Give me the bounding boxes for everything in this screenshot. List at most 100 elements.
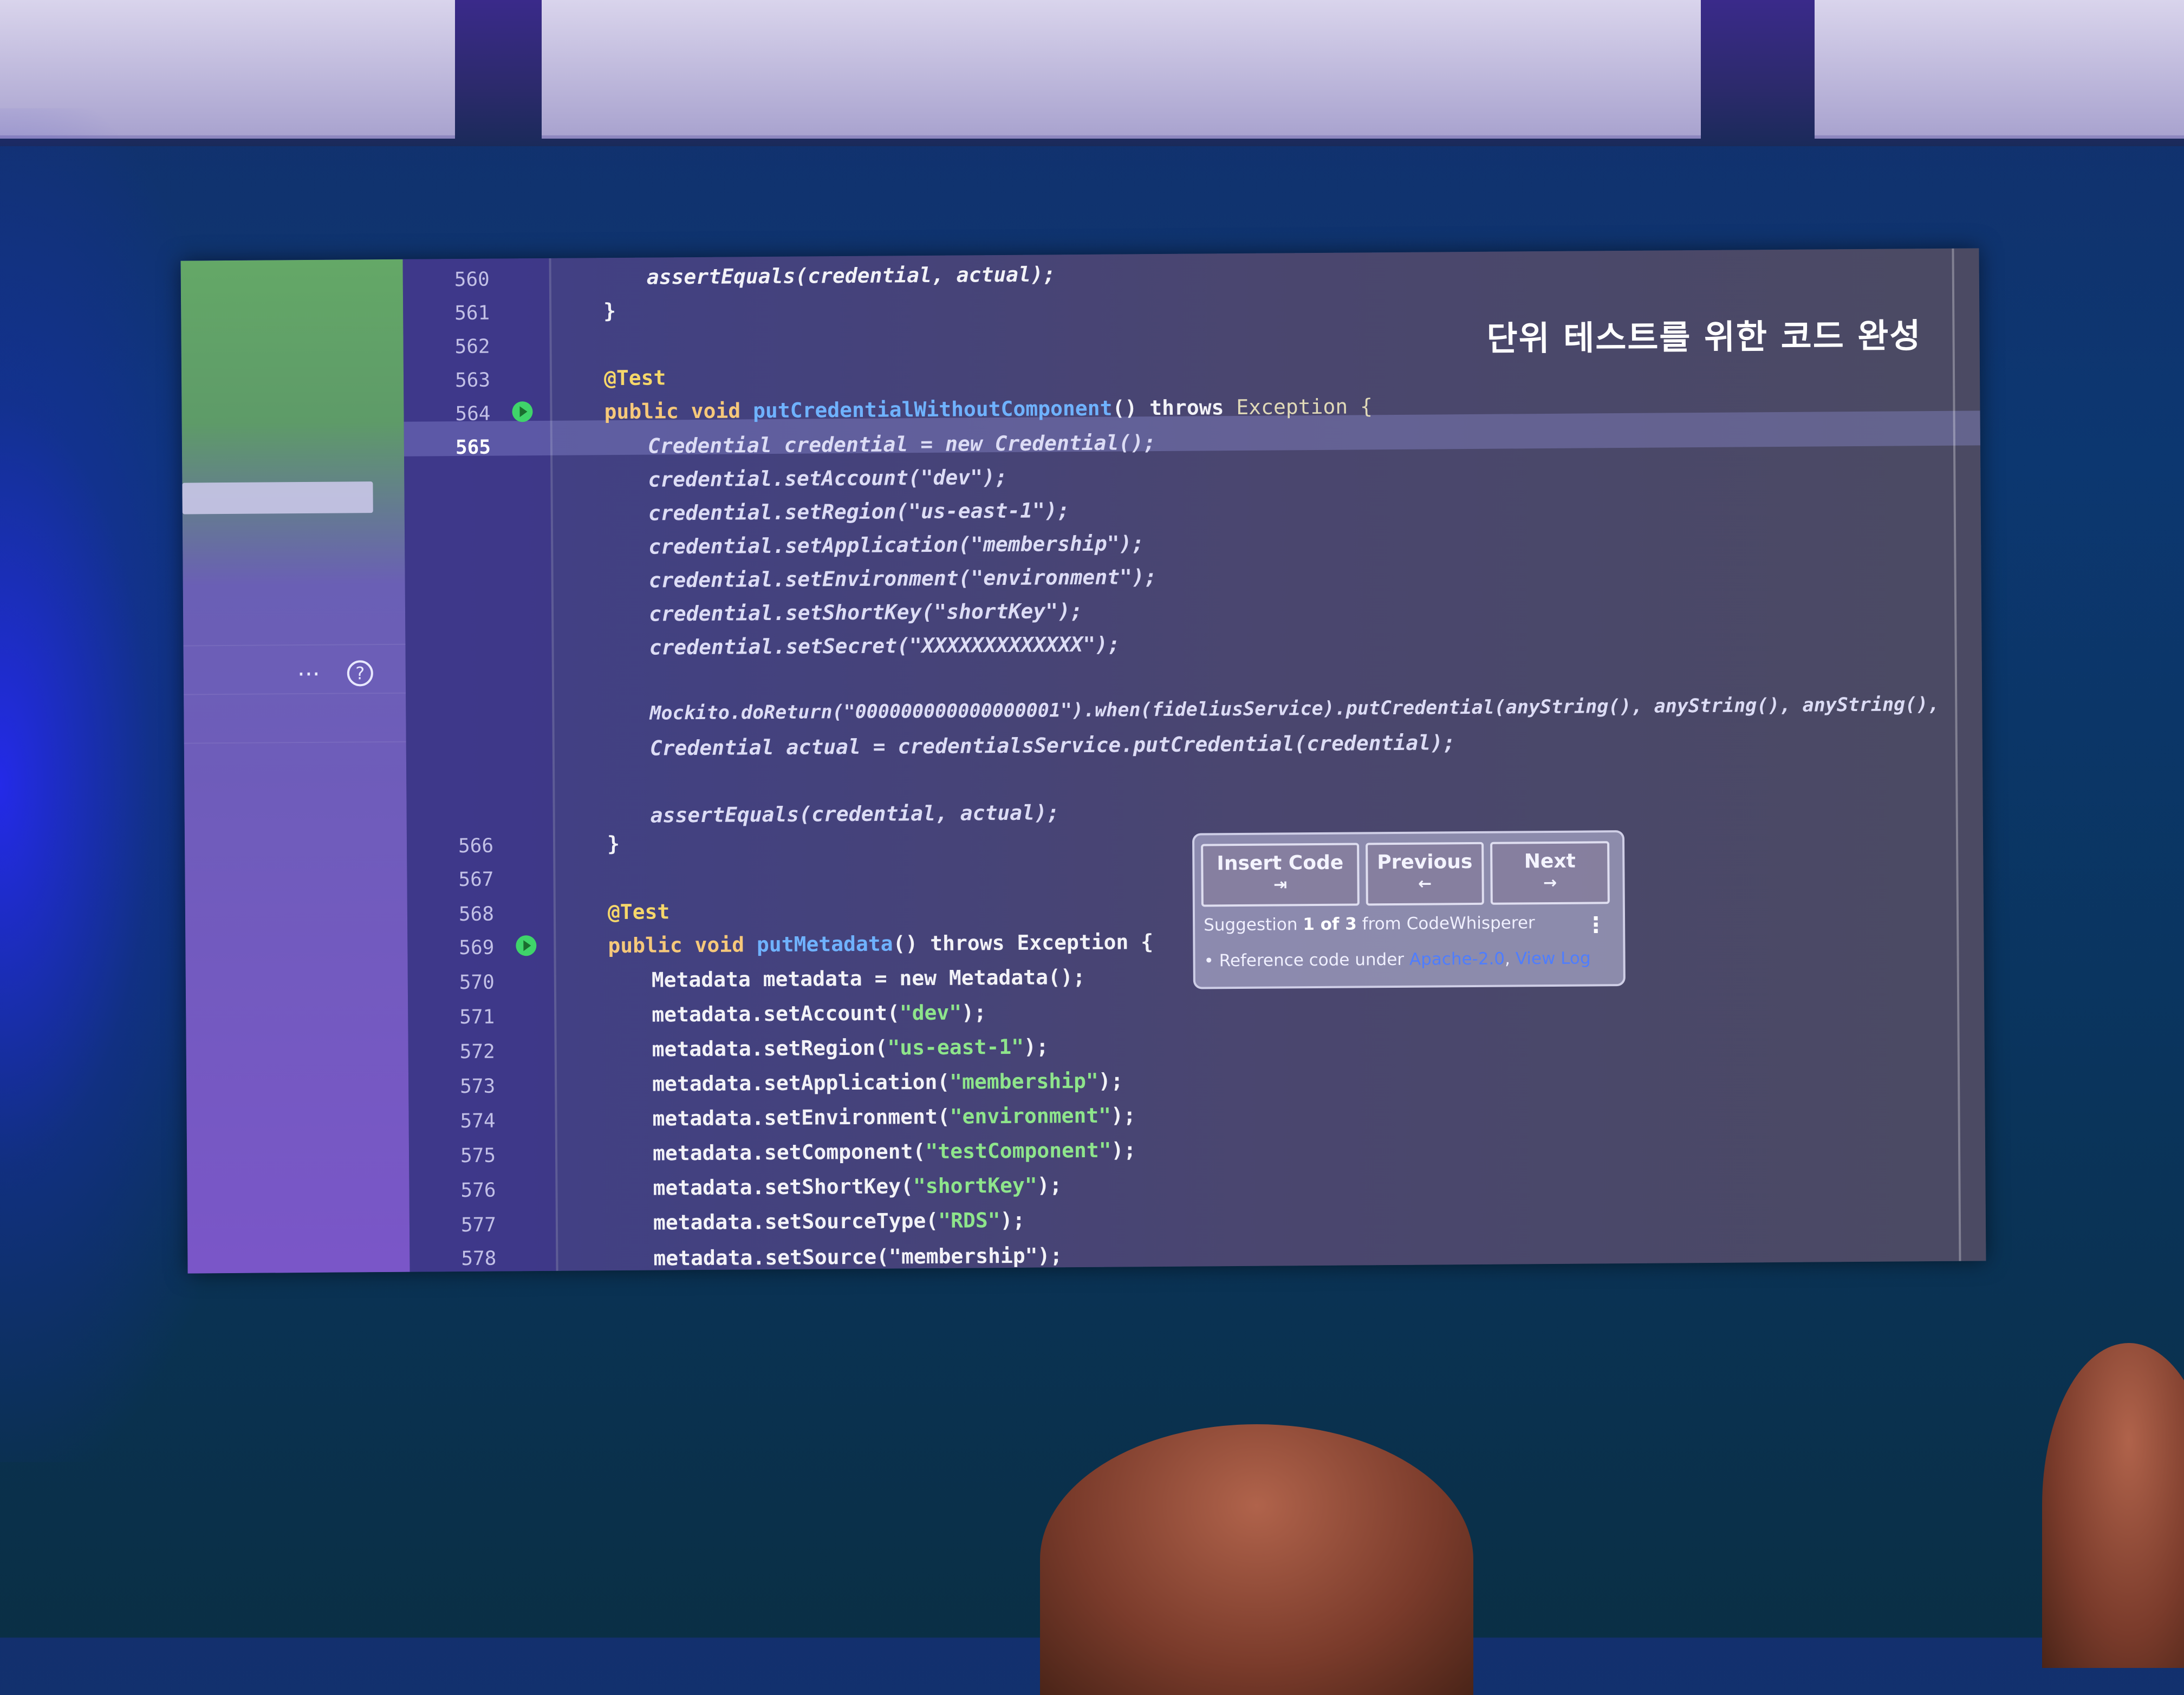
code-line: metadata.setSourceType("RDS"); [653, 1208, 1025, 1235]
projection-screen: ··· ? 단위 테스트를 위한 코드 완성 560 561 562 563 5… [180, 248, 1986, 1274]
code-token: ); [1110, 1103, 1136, 1127]
method-declaration: public void putMetadata() throws Excepti… [608, 930, 1153, 957]
project-pane: ··· ? [180, 259, 410, 1274]
line-number: 571 [459, 1006, 495, 1029]
suggestion-line: credential.setShortKey("shortKey"); [648, 599, 1083, 626]
run-test-icon[interactable] [512, 401, 533, 422]
line-number: 577 [460, 1214, 497, 1237]
reference-notice: • Reference code under Apache-2.0, View … [1204, 948, 1591, 971]
code-token: metadata.setSourceType( [653, 1208, 939, 1235]
suggestion-prefix: Suggestion [1203, 915, 1298, 935]
line-number: 570 [459, 971, 495, 994]
code-line: metadata.setRegion("us-east-1"); [652, 1034, 1049, 1061]
code-token: ); [1098, 1068, 1123, 1093]
code-line: } [603, 299, 616, 323]
view-log-link[interactable]: View Log [1516, 948, 1591, 968]
suggestion-line: credential.setEnvironment("environment")… [648, 565, 1157, 592]
next-suggestion-button[interactable]: Next → [1490, 841, 1610, 905]
slide-title: 단위 테스트를 위한 코드 완성 [1486, 316, 1922, 358]
suggestion-line: credential.setSecret("XXXXXXXXXXXXX"); [649, 632, 1121, 660]
line-number: 562 [454, 335, 490, 358]
code-token: metadata.setComponent( [652, 1139, 926, 1165]
suggestion-source: from CodeWhisperer [1362, 913, 1535, 934]
license-link[interactable]: Apache-2.0 [1409, 949, 1505, 969]
code-line: metadata.setAccount("dev"); [652, 1000, 986, 1026]
suggestion-line: credential.setRegion("us-east-1"); [648, 498, 1070, 525]
next-label: Next [1524, 850, 1576, 873]
annotation: @Test [607, 899, 670, 924]
line-number: 561 [454, 302, 490, 325]
previous-suggestion-button[interactable]: Previous ← [1366, 842, 1484, 906]
help-icon[interactable]: ? [347, 660, 373, 687]
suggestion-count: 1 of 3 [1303, 914, 1357, 935]
code-token: () throws Exception { [893, 930, 1154, 956]
code-token: metadata.setApplication( [652, 1070, 950, 1096]
keyword: public void [608, 933, 745, 958]
audience-head [2042, 1343, 2184, 1668]
previous-label: Previous [1377, 850, 1473, 874]
right-margin-guide [1952, 248, 1961, 1261]
keyword: public void [604, 399, 741, 424]
more-options-icon[interactable]: ⋮ [1585, 912, 1607, 937]
line-number: 573 [459, 1075, 496, 1098]
annotation: @Test [603, 366, 666, 390]
line-number: 572 [459, 1040, 495, 1064]
string-literal: "environment" [950, 1103, 1112, 1129]
code-line: assertEquals(credential, actual); [646, 262, 1056, 289]
string-literal: "testComponent" [925, 1138, 1112, 1164]
method-name: putMetadata [756, 931, 893, 957]
string-literal: "dev" [899, 1000, 962, 1025]
line-number: 560 [454, 268, 490, 291]
suggestion-line: Credential actual = credentialsService.p… [649, 731, 1456, 760]
line-number: 575 [460, 1144, 496, 1168]
ceiling-panel [542, 0, 1701, 139]
tab-key-icon: ⇥ [1273, 875, 1288, 895]
code-line: metadata.setEnvironment("environment"); [652, 1103, 1136, 1130]
suggestion-line: credential.setAccount("dev"); [648, 465, 1007, 492]
code-token: Exception { [1236, 394, 1373, 420]
code-token: metadata.setEnvironment( [652, 1104, 950, 1131]
audience-head [1040, 1424, 1473, 1695]
string-literal: "RDS" [938, 1208, 1000, 1233]
more-options-icon[interactable]: ··· [297, 661, 320, 688]
code-token: metadata.setShortKey( [653, 1174, 914, 1200]
ceiling-panel [1815, 0, 2184, 139]
codewhisperer-suggestion-popup: Insert Code ⇥ Previous ← Next → Suggesti… [1192, 830, 1626, 989]
insert-code-button[interactable]: Insert Code ⇥ [1201, 843, 1360, 907]
suggestion-line: Credential credential = new Credential()… [647, 431, 1156, 458]
insert-code-label: Insert Code [1217, 851, 1344, 875]
code-token: ); [1000, 1208, 1025, 1233]
code-line: metadata.setSource("membership"); [653, 1243, 1063, 1270]
arrow-right-icon: → [1543, 873, 1557, 893]
code-line: metadata.setShortKey("shortKey"); [653, 1173, 1062, 1199]
line-number: 578 [461, 1247, 497, 1270]
line-number: 568 [458, 903, 495, 926]
line-number: 566 [458, 835, 494, 858]
string-literal: "shortKey" [913, 1173, 1037, 1198]
line-number: 563 [454, 369, 491, 392]
code-token: metadata.setRegion( [652, 1035, 888, 1061]
code-line: } [607, 831, 620, 856]
code-token: ); [961, 1000, 987, 1025]
line-number-current: 565 [455, 436, 491, 459]
code-token: ); [1037, 1173, 1062, 1197]
selected-tree-item[interactable] [182, 481, 373, 514]
code-line: Metadata metadata = new Metadata(); [651, 964, 1086, 992]
line-number: 576 [460, 1179, 496, 1202]
pane-toolbar: ··· ? [297, 660, 373, 688]
code-token: ); [1023, 1034, 1049, 1059]
line-number: 569 [459, 936, 495, 960]
pane-row [184, 692, 406, 744]
suggestion-line: Mockito.doReturn("000000000000000001").w… [649, 693, 1940, 725]
arrow-left-icon: ← [1418, 874, 1432, 894]
code-token: ); [1111, 1138, 1136, 1162]
ceiling [0, 0, 2184, 146]
method-name: putCredentialWithoutComponent [752, 396, 1113, 423]
line-number: 574 [460, 1110, 496, 1133]
reference-prefix: • Reference code under [1204, 949, 1405, 971]
code-line: metadata.setApplication("membership"); [652, 1069, 1123, 1096]
run-test-icon[interactable] [516, 935, 537, 956]
code-token: metadata.setAccount( [652, 1001, 900, 1027]
suggestion-counter: Suggestion 1 of 3 from CodeWhisperer [1204, 913, 1535, 935]
string-literal: "us-east-1" [887, 1034, 1024, 1060]
